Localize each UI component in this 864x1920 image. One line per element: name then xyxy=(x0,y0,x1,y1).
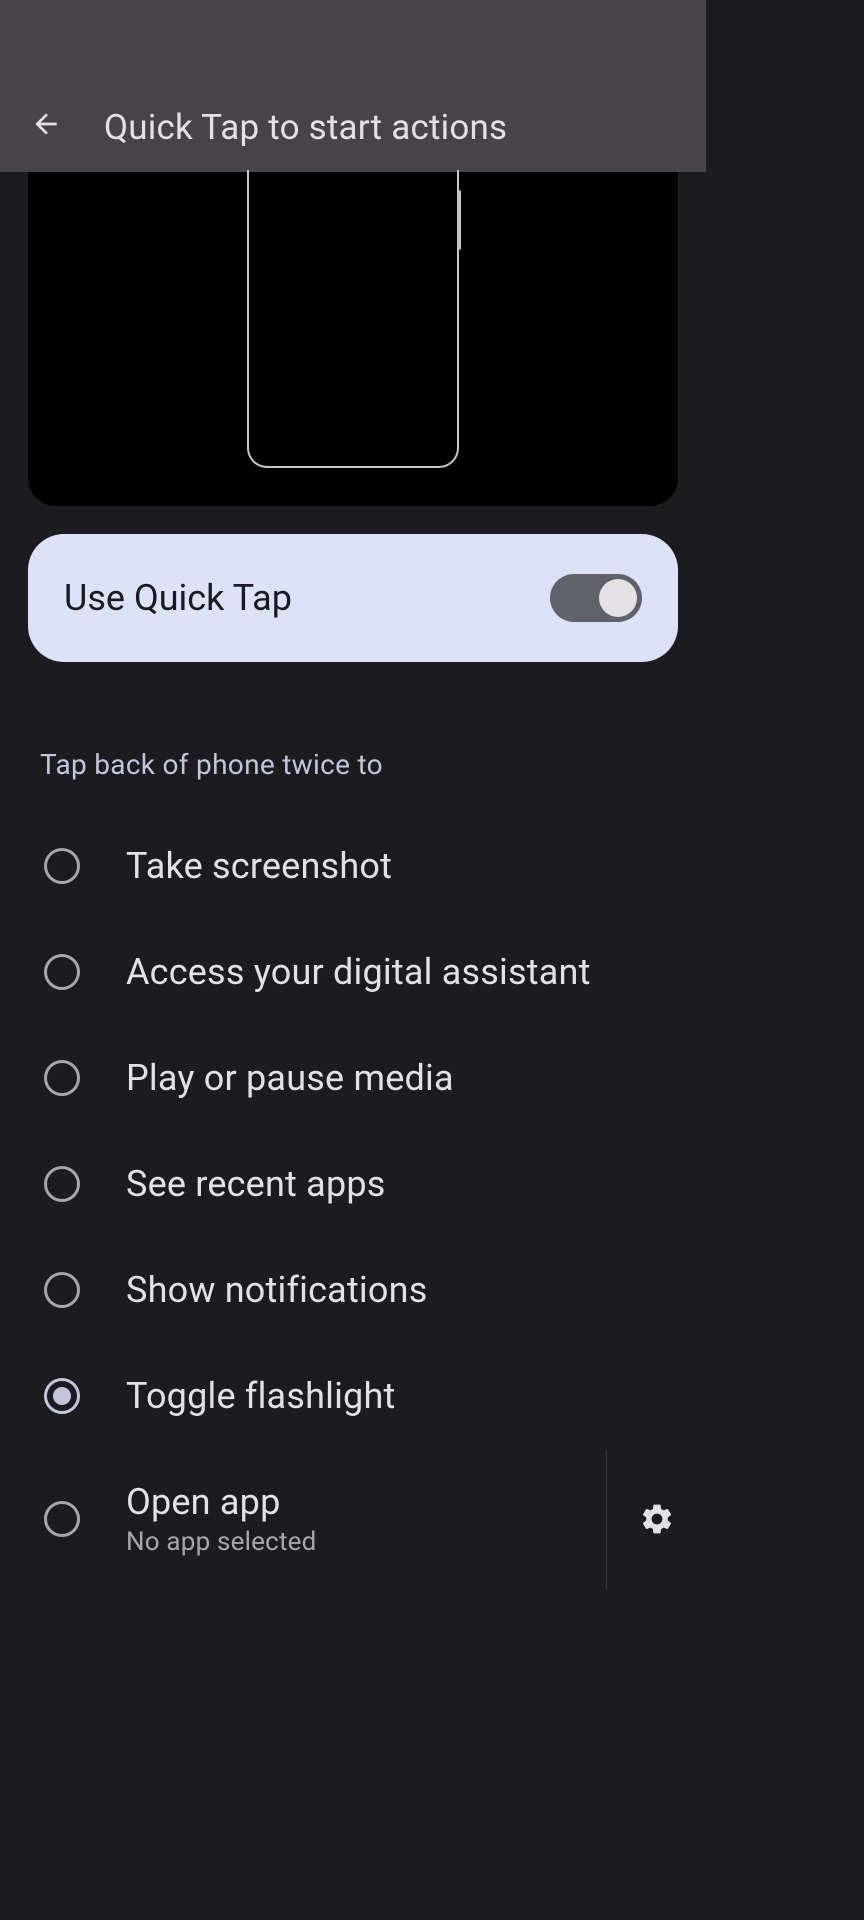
page-title: Quick Tap to start actions xyxy=(104,107,507,148)
toggle-label: Use Quick Tap xyxy=(64,577,292,619)
phone-outline-graphic xyxy=(247,170,459,468)
preview-illustration xyxy=(28,172,678,506)
radio-circle xyxy=(44,1166,80,1202)
back-button[interactable] xyxy=(24,102,68,146)
quick-tap-toggle[interactable] xyxy=(550,574,642,622)
section-header: Tap back of phone twice to xyxy=(40,748,666,781)
action-radio-list: Take screenshot Access your digital assi… xyxy=(0,813,706,1589)
radio-label: Show notifications xyxy=(126,1269,662,1311)
radio-item-flashlight[interactable]: Toggle flashlight xyxy=(0,1343,706,1449)
radio-circle xyxy=(44,848,80,884)
radio-circle xyxy=(44,1272,80,1308)
toggle-thumb xyxy=(599,579,637,617)
radio-circle xyxy=(44,954,80,990)
radio-item-assistant[interactable]: Access your digital assistant xyxy=(0,919,706,1025)
radio-label: Toggle flashlight xyxy=(126,1375,662,1417)
radio-circle xyxy=(44,1060,80,1096)
arrow-left-icon xyxy=(30,108,62,140)
open-app-settings-button[interactable] xyxy=(606,1449,706,1589)
gear-icon xyxy=(639,1501,675,1537)
radio-label: Access your digital assistant xyxy=(126,951,662,993)
radio-circle xyxy=(44,1501,80,1537)
radio-item-notifications[interactable]: Show notifications xyxy=(0,1237,706,1343)
radio-item-screenshot[interactable]: Take screenshot xyxy=(0,813,706,919)
radio-item-open-app[interactable]: Open app No app selected xyxy=(0,1449,706,1589)
phone-side-button-graphic xyxy=(457,190,461,250)
radio-item-recent-apps[interactable]: See recent apps xyxy=(0,1131,706,1237)
app-header: Quick Tap to start actions xyxy=(0,0,706,172)
radio-circle-selected xyxy=(44,1378,80,1414)
radio-label: Play or pause media xyxy=(126,1057,662,1099)
radio-label: See recent apps xyxy=(126,1163,662,1205)
radio-item-media[interactable]: Play or pause media xyxy=(0,1025,706,1131)
radio-label: Take screenshot xyxy=(126,845,662,887)
use-quick-tap-card[interactable]: Use Quick Tap xyxy=(28,534,678,662)
